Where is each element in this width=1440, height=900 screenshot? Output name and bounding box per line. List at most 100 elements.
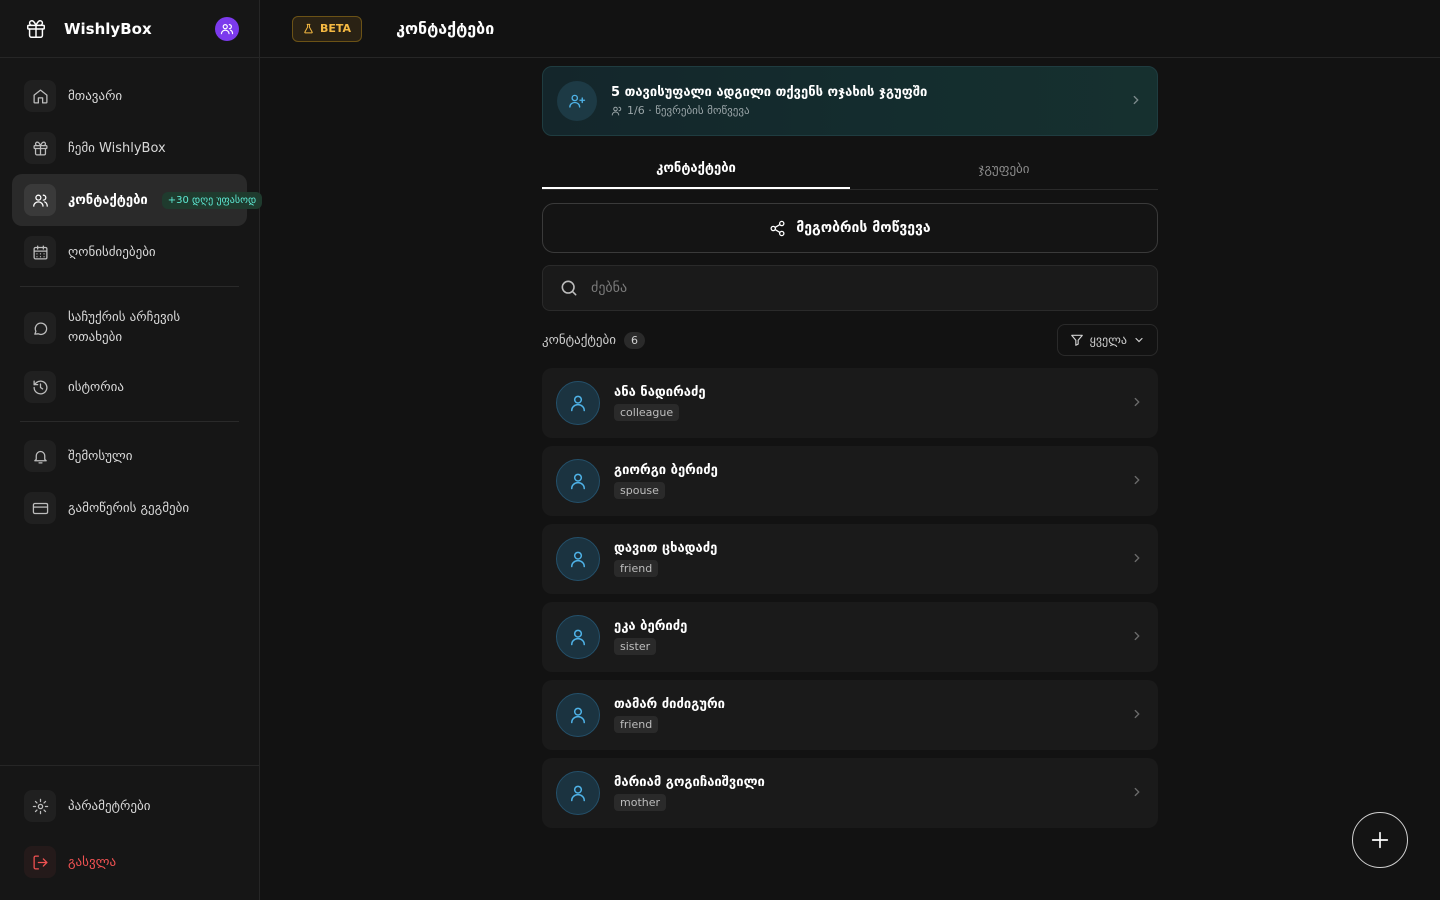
top-header: BETA კონტაქტები <box>260 0 1440 58</box>
tab-groups[interactable]: ჯგუფები <box>850 150 1158 189</box>
logout-icon <box>24 846 56 878</box>
chevron-right-icon <box>1130 628 1144 647</box>
contact-info: მარიამ გოგიჩაიშვილი mother <box>614 775 765 811</box>
sidebar-item-label: საჩუქრის არჩევის ოთახები <box>68 310 181 345</box>
contact-row[interactable]: ეკა ბერიძე sister <box>542 602 1158 672</box>
chevron-right-icon <box>1129 92 1143 111</box>
flask-icon <box>304 23 313 34</box>
share-icon <box>770 220 785 236</box>
contact-name: ეკა ბერიძე <box>614 619 688 634</box>
sidebar-item-label: ღონისძიებები <box>68 244 156 260</box>
search-box <box>542 265 1158 311</box>
plus-icon <box>1371 831 1389 849</box>
contacts-list: ანა ნადირაძე colleague გიორგი ბერიძე spo… <box>542 368 1158 828</box>
contact-info: თამარ ძიძიგური friend <box>614 697 725 733</box>
promo-texts: 5 თავისუფალი ადგილი თქვენს ოჯახის ჯგუფში… <box>611 85 927 117</box>
sidebar-bottom: პარამეტრები გასვლა <box>0 765 259 900</box>
home-icon <box>24 80 56 112</box>
contacts-list-header: კონტაქტები 6 ყველა <box>542 323 1158 357</box>
user-avatar-icon <box>556 537 600 581</box>
contacts-list-title: კონტაქტები <box>542 332 616 348</box>
contact-relation-badge: friend <box>614 716 659 733</box>
sidebar-item-my-wishlybox[interactable]: ჩემი WishlyBox <box>12 122 247 174</box>
search-icon <box>561 280 577 296</box>
chevron-right-icon <box>1130 394 1144 413</box>
gear-icon <box>24 790 56 822</box>
gift-logo-icon <box>24 17 48 41</box>
chevron-right-icon <box>1130 550 1144 569</box>
contact-row[interactable]: ანა ნადირაძე colleague <box>542 368 1158 438</box>
credit-card-icon <box>24 492 56 524</box>
sidebar-item-label: ისტორია <box>68 379 124 395</box>
invite-friend-button[interactable]: მეგობრის მოწვევა <box>542 203 1158 253</box>
beta-badge: BETA <box>292 15 363 42</box>
add-user-icon <box>557 81 597 121</box>
sidebar-item-inbox[interactable]: შემოსული <box>12 430 247 482</box>
free-trial-badge: +30 დღე უფასოდ <box>161 191 263 209</box>
beta-label: BETA <box>320 22 352 35</box>
sidebar-item-events[interactable]: ღონისძიებები <box>12 226 247 278</box>
history-icon <box>24 371 56 403</box>
add-contact-fab[interactable] <box>1352 812 1408 868</box>
contact-row[interactable]: გიორგი ბერიძე spouse <box>542 446 1158 516</box>
contact-relation-badge: friend <box>614 560 659 577</box>
sidebar-item-contacts[interactable]: კონტაქტები +30 დღე უფასოდ <box>12 174 263 226</box>
contact-relation-badge: spouse <box>614 482 665 499</box>
gift-icon <box>24 132 56 164</box>
filter-label: ყველა <box>1089 333 1127 347</box>
contact-row[interactable]: დავით ცხადაძე friend <box>542 524 1158 594</box>
chevron-down-icon <box>1135 337 1143 343</box>
contact-name: თამარ ძიძიგური <box>614 697 726 712</box>
chat-icon <box>24 312 56 344</box>
promo-title: 5 თავისუფალი ადგილი თქვენს ოჯახის ჯგუფში <box>611 85 928 100</box>
contact-name: გიორგი ბერიძე <box>614 463 718 478</box>
user-avatar-icon <box>556 459 600 503</box>
brand-bar: WishlyBox <box>0 0 259 58</box>
contact-row[interactable]: მარიამ გოგიჩაიშვილი mother <box>542 758 1158 828</box>
sidebar-item-settings[interactable]: პარამეტრები <box>12 778 247 834</box>
user-avatar-icon <box>556 381 600 425</box>
sidebar-item-logout[interactable]: გასვლა <box>12 834 247 890</box>
family-avatar-icon[interactable] <box>215 16 239 41</box>
sidebar-item-label: პარამეტრები <box>68 798 151 814</box>
contact-info: გიორგი ბერიძე spouse <box>614 463 718 499</box>
brand-name: WishlyBox <box>64 19 152 38</box>
app: WishlyBox მთავარი ჩემი WishlyBox კონტაქტ… <box>0 0 1440 900</box>
page-title: კონტაქტები <box>396 19 495 38</box>
sidebar-item-label: გასვლა <box>68 854 117 870</box>
user-avatar-icon <box>556 693 600 737</box>
sidebar-item-subscription-plans[interactable]: გამოწერის გეგმები <box>12 482 247 534</box>
users-icon <box>24 184 56 216</box>
sidebar-item-label: ჩემი WishlyBox <box>68 140 166 156</box>
filter-icon <box>1070 334 1083 346</box>
promo-subtitle-row: 1/6 · წევრების მოწვევა <box>611 104 927 117</box>
invite-friend-label: მეგობრის მოწვევა <box>796 220 931 236</box>
sidebar-divider <box>20 421 239 422</box>
sidebar-item-label: მთავარი <box>68 88 123 104</box>
search-input[interactable] <box>591 280 1091 296</box>
users-small-icon <box>611 106 622 115</box>
contact-row[interactable]: თამარ ძიძიგური friend <box>542 680 1158 750</box>
chevron-right-icon <box>1130 706 1144 725</box>
sidebar-item-history[interactable]: ისტორია <box>12 361 247 413</box>
tab-contacts[interactable]: კონტაქტები <box>542 150 850 189</box>
calendar-icon <box>24 236 56 268</box>
sidebar-item-home[interactable]: მთავარი <box>12 70 247 122</box>
promo-subtitle: 1/6 · წევრების მოწვევა <box>627 104 750 117</box>
filter-dropdown[interactable]: ყველა <box>1056 324 1158 356</box>
contact-name: მარიამ გოგიჩაიშვილი <box>614 775 765 790</box>
user-avatar-icon <box>556 771 600 815</box>
sidebar-item-label: კონტაქტები <box>68 192 148 208</box>
sidebar-divider <box>20 286 239 287</box>
sidebar-item-label: გამოწერის გეგმები <box>68 500 190 516</box>
contacts-count-badge: 6 <box>623 331 645 349</box>
contact-relation-badge: mother <box>614 794 667 811</box>
user-avatar-icon <box>556 615 600 659</box>
contact-name: დავით ცხადაძე <box>614 541 718 556</box>
sidebar-item-gift-rooms[interactable]: საჩუქრის არჩევის ოთახები <box>12 295 247 361</box>
contact-relation-badge: colleague <box>614 404 680 421</box>
contacts-main: 5 თავისუფალი ადგილი თქვენს ოჯახის ჯგუფში… <box>542 66 1158 836</box>
family-group-promo-card[interactable]: 5 თავისუფალი ადგილი თქვენს ოჯახის ჯგუფში… <box>542 66 1158 136</box>
chevron-right-icon <box>1130 472 1144 491</box>
sidebar-item-label: შემოსული <box>68 448 133 464</box>
